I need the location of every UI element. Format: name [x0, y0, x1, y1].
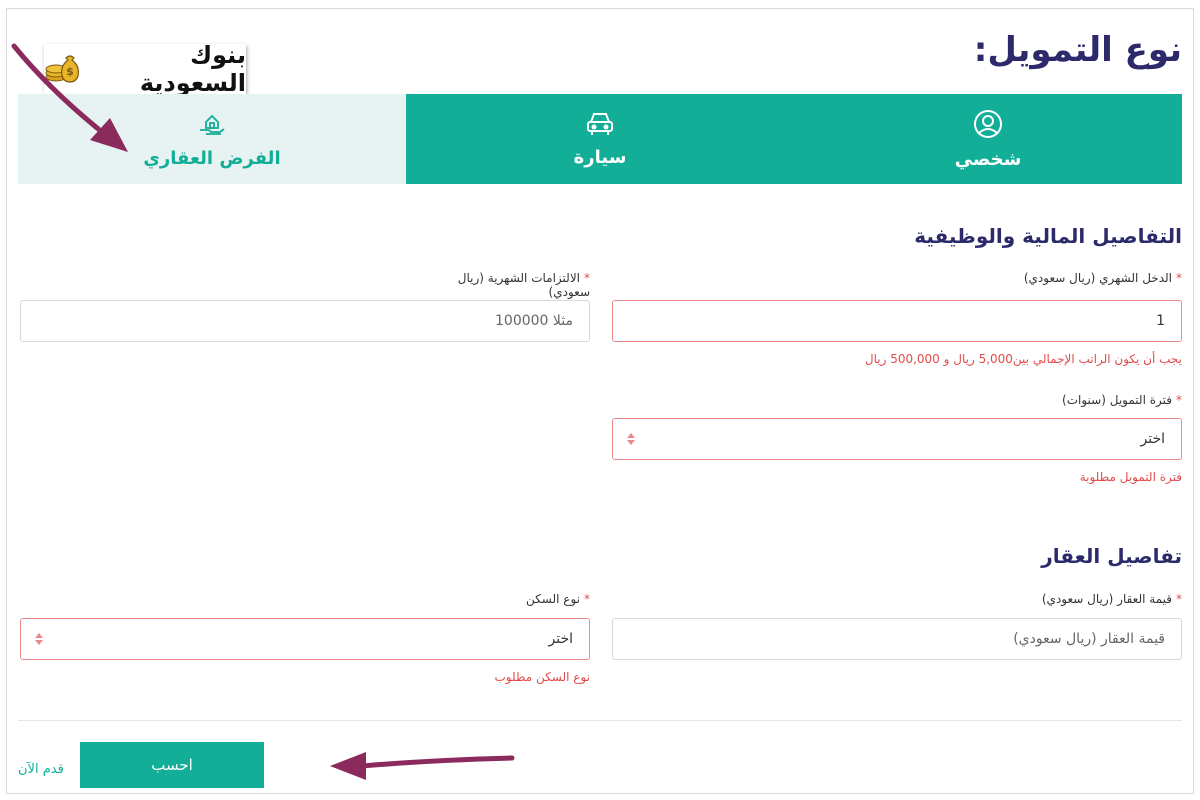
monthly-income-value: 1 [1156, 313, 1165, 329]
monthly-obligations-input[interactable]: مثلا 100000 [20, 300, 590, 342]
financial-section-title: التفاصيل المالية والوظيفية [914, 224, 1182, 248]
tab-personal-label: شخصي [954, 148, 1022, 170]
housing-type-error: نوع السكن مطلوب [494, 670, 590, 684]
finance-period-value: اختر [1140, 431, 1166, 447]
tab-mortgage-label: الفرض العقاري [143, 147, 281, 169]
property-value-placeholder: قيمة العقار (ريال سعودي) [1013, 631, 1165, 647]
monthly-income-input[interactable]: 1 [612, 300, 1182, 342]
finance-period-label: *فترة التمويل (سنوات) [1062, 393, 1182, 407]
property-value-label: *قيمة العقار (ريال سعودي) [1041, 592, 1182, 606]
apply-now-link[interactable]: قدم الآن [18, 762, 64, 777]
divider [18, 720, 1182, 721]
property-value-input[interactable]: قيمة العقار (ريال سعودي) [612, 618, 1182, 660]
sort-arrows-icon [627, 433, 635, 445]
housing-type-select[interactable]: اختر [20, 618, 590, 660]
page-title: نوع التمويل: [973, 30, 1182, 70]
watermark-logo: بنوك السعودية $ [44, 41, 246, 97]
finance-period-select[interactable]: اختر [612, 418, 1182, 460]
finance-period-error: فترة التمويل مطلوبة [1079, 470, 1182, 484]
housing-type-value: اختر [548, 631, 574, 647]
user-circle-icon [973, 109, 1003, 139]
car-icon [585, 111, 615, 137]
monthly-income-label: *الدخل الشهري (ريال سعودي) [1023, 271, 1182, 285]
svg-text:$: $ [66, 65, 74, 78]
money-bag-icon: $ [44, 50, 82, 88]
watermark-text: بنوك السعودية [139, 41, 246, 97]
tab-car-label: سيارة [573, 146, 627, 168]
housing-type-label: *نوع السكن [526, 592, 590, 606]
tab-mortgage[interactable]: الفرض العقاري [18, 94, 406, 184]
property-section-title: تفاصيل العقار [1041, 544, 1182, 568]
monthly-obligations-placeholder: مثلا 100000 [495, 313, 573, 329]
calculate-button[interactable]: احسب [80, 742, 264, 788]
monthly-obligations-label: *الالتزامات الشهرية (ريال سعودي) [457, 271, 590, 299]
sort-arrows-icon [35, 633, 43, 645]
finance-type-tabs: شخصي سيارة الفرض العقاري [18, 94, 1182, 184]
monthly-income-error: يجب أن يكون الراتب الإجمالي بين5,000 ريا… [864, 352, 1182, 366]
tab-personal[interactable]: شخصي [794, 94, 1182, 184]
house-hand-icon [197, 110, 227, 138]
tab-car[interactable]: سيارة [406, 94, 794, 184]
